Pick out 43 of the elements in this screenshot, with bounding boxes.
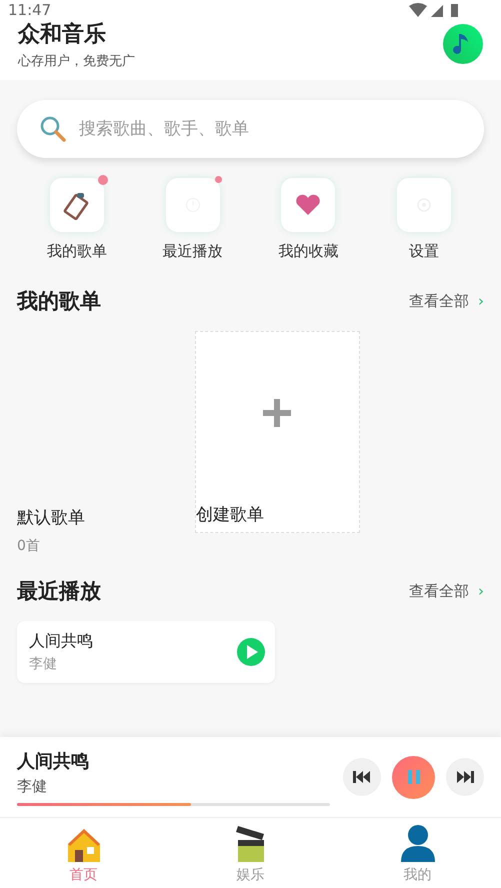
section-title: 我的歌单: [17, 288, 101, 315]
search-icon: [39, 115, 67, 143]
shortcut-label[interactable]: 最近播放: [162, 242, 223, 261]
progress-bar[interactable]: [17, 802, 330, 806]
section-title: 最近播放: [17, 578, 101, 605]
shortcut-label[interactable]: 我的收藏: [278, 242, 338, 261]
create-playlist-card[interactable]: 创建歌单: [195, 331, 360, 533]
view-all-link[interactable]: 查看全部 ›: [409, 582, 484, 600]
recent-song-card[interactable]: 人间共鸣 李健: [17, 621, 275, 683]
search-bar[interactable]: 搜索歌曲、歌手、歌单: [17, 100, 484, 158]
notification-dot: [98, 175, 108, 185]
shortcut-tile[interactable]: [166, 178, 220, 232]
now-playing-artist: 李健: [17, 776, 48, 796]
plus-icon: [263, 399, 291, 427]
person-icon: [400, 824, 434, 862]
pause-button[interactable]: [392, 756, 435, 798]
song-title: 人间共鸣: [29, 631, 93, 652]
app-subtitle: 心存用户，免费无广: [18, 52, 135, 70]
status-time: 11:47: [8, 1, 52, 19]
shortcut-tile[interactable]: [281, 178, 336, 232]
app-title: 众和音乐: [18, 20, 107, 48]
view-all-link[interactable]: 查看全部 ›: [409, 292, 484, 310]
clapperboard-icon: [236, 824, 266, 862]
playlist-name[interactable]: 默认歌单: [17, 506, 180, 529]
search-input[interactable]: 搜索歌曲、歌手、歌单: [77, 99, 462, 159]
pause-icon: [408, 770, 420, 784]
next-button[interactable]: [446, 758, 484, 796]
play-icon[interactable]: [237, 638, 265, 666]
shortcut-label[interactable]: 设置: [409, 242, 440, 261]
notification-dot: [214, 176, 222, 183]
next-icon: [456, 771, 474, 783]
status-icons: [409, 2, 461, 18]
shortcut-label[interactable]: 我的歌单: [46, 242, 107, 261]
song-artist: 李健: [29, 655, 58, 673]
now-playing-title: 人间共鸣: [17, 750, 90, 772]
song-count: 0首: [17, 537, 41, 555]
previous-button[interactable]: [343, 758, 381, 796]
previous-icon: [353, 771, 371, 783]
shortcut-tile[interactable]: [397, 178, 452, 232]
house-icon: [66, 828, 100, 862]
playlist-name: 创建歌单: [196, 504, 265, 527]
heart-icon: [295, 194, 322, 216]
music-note-icon[interactable]: [443, 24, 483, 64]
